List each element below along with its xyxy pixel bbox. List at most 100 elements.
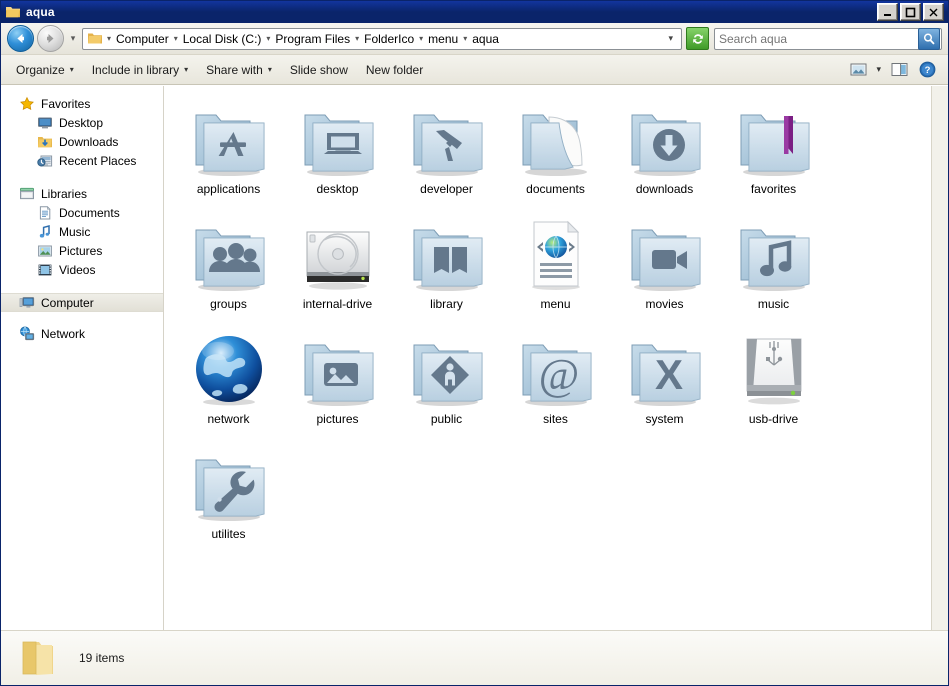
file-item-sites[interactable]: @ sites bbox=[501, 326, 610, 441]
file-item-library[interactable]: library bbox=[392, 211, 501, 326]
file-label: usb-drive bbox=[748, 412, 799, 426]
file-item-network[interactable]: network bbox=[174, 326, 283, 441]
search-input[interactable] bbox=[715, 31, 918, 46]
sidebar-group-libraries[interactable]: Libraries bbox=[1, 184, 163, 203]
sidebar-group-favorites[interactable]: Favorites bbox=[1, 94, 163, 113]
back-button[interactable] bbox=[7, 25, 34, 52]
breadcrumb-separator[interactable]: ▾ bbox=[172, 34, 180, 43]
music-icon bbox=[37, 224, 53, 240]
file-item-menu[interactable]: menu bbox=[501, 211, 610, 326]
sidebar-item-recent-places[interactable]: Recent Places bbox=[1, 151, 163, 170]
view-dropdown-icon[interactable]: ▾ bbox=[873, 64, 884, 75]
breadcrumb[interactable]: ▾ Computer ▾ Local Disk (C:) ▾ Program F… bbox=[82, 27, 682, 50]
breadcrumb-separator[interactable]: ▾ bbox=[105, 34, 113, 43]
sidebar-label: Music bbox=[59, 224, 91, 239]
breadcrumb-item-menu[interactable]: menu bbox=[425, 30, 461, 48]
recent-pages-dropdown[interactable]: ▾ bbox=[66, 33, 80, 44]
network-globe-icon bbox=[181, 326, 277, 414]
file-item-desktop[interactable]: desktop bbox=[283, 96, 392, 211]
organize-button[interactable]: Organize ▾ bbox=[7, 58, 83, 82]
file-item-movies[interactable]: movies bbox=[610, 211, 719, 326]
command-toolbar: Organize ▾ Include in library ▾ Share wi… bbox=[1, 55, 948, 85]
breadcrumb-item-folderico[interactable]: FolderIco bbox=[361, 30, 417, 48]
svg-text:X: X bbox=[654, 351, 682, 398]
preview-pane-icon[interactable] bbox=[886, 58, 912, 82]
file-item-system[interactable]: X system bbox=[610, 326, 719, 441]
sidebar-item-videos[interactable]: Videos bbox=[1, 260, 163, 279]
share-with-button[interactable]: Share with ▾ bbox=[197, 58, 281, 82]
folder-downloads-icon bbox=[617, 96, 713, 184]
file-label: groups bbox=[210, 297, 247, 311]
file-item-internal-drive[interactable]: internal-drive bbox=[283, 211, 392, 326]
help-icon[interactable]: ? bbox=[914, 58, 940, 82]
file-item-favorites[interactable]: favorites bbox=[719, 96, 828, 211]
breadcrumb-item-aqua[interactable]: aqua bbox=[469, 30, 502, 48]
sidebar-group-network[interactable]: Network bbox=[1, 324, 163, 343]
address-bar: ▾ ▾ Computer ▾ Local Disk (C:) ▾ Program… bbox=[1, 23, 948, 55]
search-box[interactable] bbox=[714, 27, 942, 50]
file-label: desktop bbox=[316, 182, 359, 196]
breadcrumb-item-computer[interactable]: Computer bbox=[113, 30, 172, 48]
svg-text:@: @ bbox=[538, 350, 579, 399]
folder-pictures-icon bbox=[290, 326, 386, 414]
file-item-developer[interactable]: developer bbox=[392, 96, 501, 211]
new-folder-button[interactable]: New folder bbox=[357, 58, 432, 82]
file-label: developer bbox=[420, 182, 473, 196]
chevron-down-icon[interactable]: ▾ bbox=[662, 33, 679, 44]
vertical-scrollbar[interactable] bbox=[931, 86, 948, 630]
folder-movies-icon bbox=[617, 211, 713, 299]
file-item-music[interactable]: music bbox=[719, 211, 828, 326]
icon-grid: applications desktop developer documents… bbox=[164, 86, 931, 630]
file-label: applications bbox=[196, 182, 261, 196]
close-button[interactable] bbox=[923, 3, 944, 21]
sidebar-item-downloads[interactable]: Downloads bbox=[1, 132, 163, 151]
file-label: music bbox=[757, 297, 790, 311]
breadcrumb-item-program-files[interactable]: Program Files bbox=[272, 30, 353, 48]
include-in-library-button[interactable]: Include in library ▾ bbox=[83, 58, 197, 82]
file-item-usb-drive[interactable]: usb-drive bbox=[719, 326, 828, 441]
search-icon[interactable] bbox=[918, 27, 940, 50]
breadcrumb-separator[interactable]: ▾ bbox=[264, 34, 272, 43]
sidebar-item-music[interactable]: Music bbox=[1, 222, 163, 241]
forward-button[interactable] bbox=[37, 25, 64, 52]
sidebar-group-computer[interactable]: Computer bbox=[1, 293, 163, 312]
sidebar-label: Documents bbox=[59, 205, 120, 220]
breadcrumb-separator[interactable]: ▾ bbox=[461, 34, 469, 43]
sidebar-item-pictures[interactable]: Pictures bbox=[1, 241, 163, 260]
breadcrumb-separator[interactable]: ▾ bbox=[417, 34, 425, 43]
folder-music-icon bbox=[726, 211, 822, 299]
file-item-documents[interactable]: documents bbox=[501, 96, 610, 211]
minimize-button[interactable] bbox=[877, 3, 898, 21]
file-list-pane[interactable]: applications desktop developer documents… bbox=[164, 86, 948, 630]
svg-text:?: ? bbox=[924, 65, 930, 76]
change-view-icon[interactable] bbox=[845, 58, 871, 82]
file-item-downloads[interactable]: downloads bbox=[610, 96, 719, 211]
breadcrumb-separator[interactable]: ▾ bbox=[353, 34, 361, 43]
item-count-label: 19 items bbox=[79, 651, 125, 665]
file-item-applications[interactable]: applications bbox=[174, 96, 283, 211]
usb-drive-icon bbox=[726, 326, 822, 414]
sidebar-label: Downloads bbox=[59, 134, 119, 149]
file-label: sites bbox=[543, 412, 568, 426]
refresh-button[interactable] bbox=[686, 27, 709, 50]
file-item-utilites[interactable]: utilites bbox=[174, 441, 283, 556]
file-label: system bbox=[645, 412, 684, 426]
documents-icon bbox=[37, 205, 53, 221]
sidebar-group-favorites: Favorites Desktop Downloads Recent Place… bbox=[1, 94, 163, 170]
sidebar-label: Network bbox=[41, 326, 86, 341]
file-item-groups[interactable]: groups bbox=[174, 211, 283, 326]
navigation-pane: Favorites Desktop Downloads Recent Place… bbox=[1, 86, 164, 630]
chevron-down-icon: ▾ bbox=[69, 65, 74, 74]
maximize-button[interactable] bbox=[900, 3, 921, 21]
recent-places-icon bbox=[37, 153, 53, 169]
sidebar-item-documents[interactable]: Documents bbox=[1, 203, 163, 222]
file-item-public[interactable]: public bbox=[392, 326, 501, 441]
slide-show-button[interactable]: Slide show bbox=[281, 58, 357, 82]
sidebar-item-desktop[interactable]: Desktop bbox=[1, 113, 163, 132]
breadcrumb-item-local-disk[interactable]: Local Disk (C:) bbox=[180, 30, 265, 48]
file-item-pictures[interactable]: pictures bbox=[283, 326, 392, 441]
star-icon bbox=[19, 96, 35, 112]
network-icon bbox=[19, 326, 35, 342]
